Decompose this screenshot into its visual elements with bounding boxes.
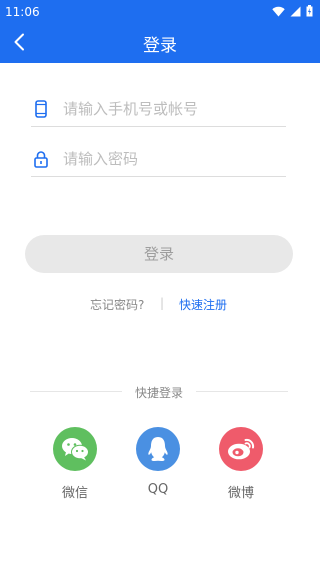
phone-icon	[35, 100, 47, 118]
link-separator: |	[160, 296, 165, 310]
battery-icon	[306, 5, 313, 17]
lock-icon	[34, 151, 48, 168]
quick-login-label: 快捷登录	[134, 386, 183, 400]
weibo-circle[interactable]	[219, 427, 263, 471]
weibo-icon	[228, 438, 255, 460]
auth-links: 忘记密码? | 快速注册	[0, 296, 320, 312]
wechat-icon	[62, 438, 89, 461]
header-bar: 11:06 登录	[0, 0, 320, 63]
divider-line-right	[196, 391, 288, 392]
divider-line-left	[30, 391, 122, 392]
account-input[interactable]	[63, 97, 278, 121]
password-input[interactable]	[63, 147, 278, 171]
wechat-label: 微信	[61, 486, 88, 501]
status-icons	[272, 5, 313, 17]
nav-bar: 登录	[0, 24, 320, 63]
forgot-password-link[interactable]: 忘记密码?	[90, 296, 144, 313]
password-field	[31, 143, 286, 177]
status-bar: 11:06	[0, 0, 320, 24]
weibo-login-button[interactable]: 微博	[219, 427, 263, 501]
status-time: 11:06	[5, 5, 40, 19]
signal-icon	[290, 6, 301, 16]
qq-label: QQ	[147, 482, 169, 497]
qq-icon	[148, 437, 168, 462]
qq-login-button[interactable]: QQ	[136, 427, 180, 497]
weibo-label: 微博	[227, 486, 254, 501]
wechat-circle[interactable]	[53, 427, 97, 471]
wifi-icon	[272, 6, 285, 16]
wechat-login-button[interactable]: 微信	[53, 427, 97, 501]
account-field	[31, 93, 286, 127]
login-button[interactable]: 登录	[25, 235, 293, 273]
page-title: 登录	[143, 36, 177, 56]
qq-circle[interactable]	[136, 427, 180, 471]
register-link[interactable]: 快速注册	[179, 296, 227, 313]
